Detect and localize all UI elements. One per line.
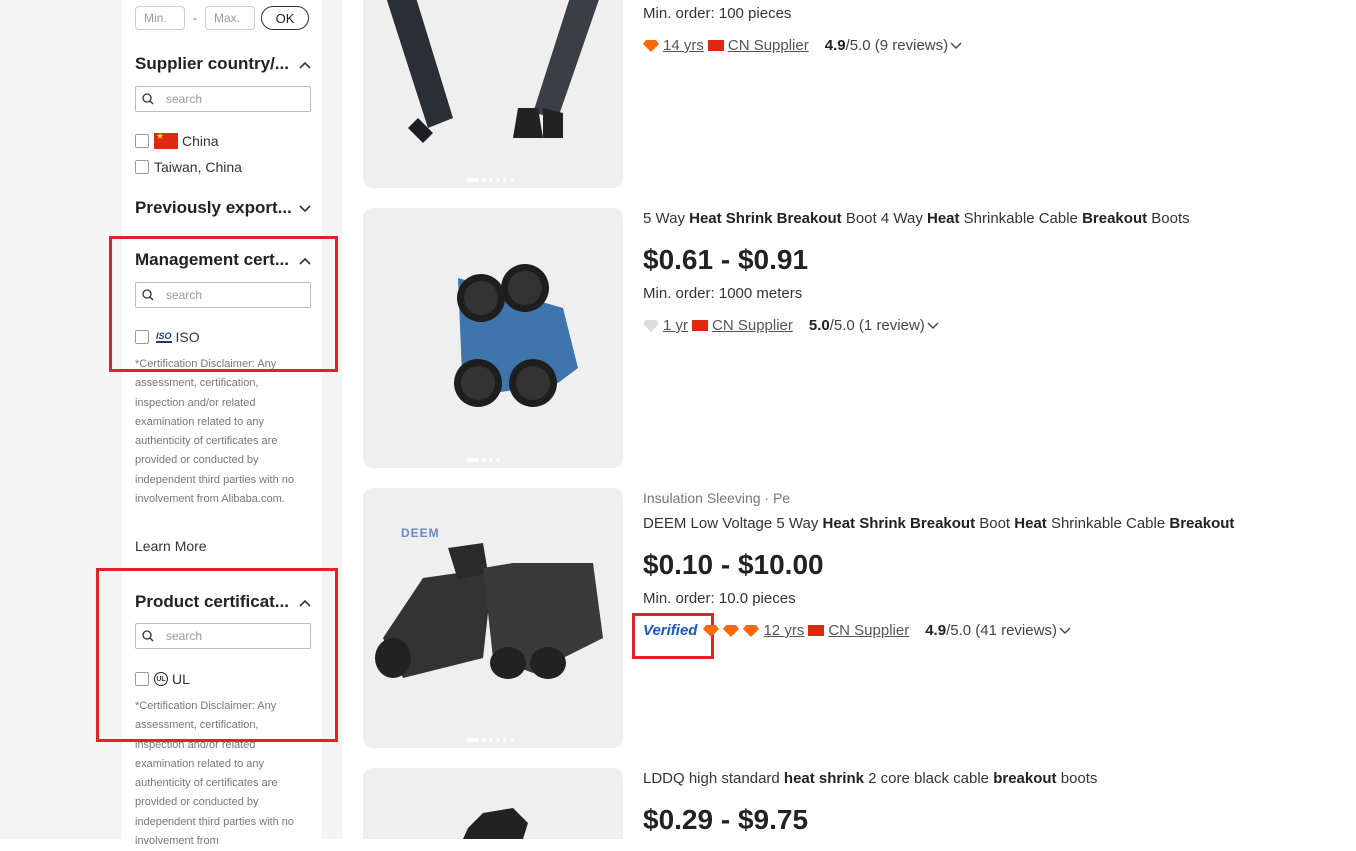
product-image[interactable] [363,0,623,188]
product-category: Insulation Sleeving · Pe [643,490,791,506]
rating[interactable]: 5.0/5.0 (1 review) [809,317,925,334]
country-option-china[interactable]: China [135,131,219,149]
country-option-taiwan[interactable]: Taiwan, China [135,159,242,175]
management-cert-disclaimer: *Certification Disclaimer: Any assessmen… [135,358,294,506]
product-price: $0.61 - $0.91 [643,244,809,275]
min-price-input[interactable]: Min. [135,6,185,30]
price-dash: - [193,11,197,25]
supplier-country-title: Supplier country/... [135,54,289,73]
boot-image [463,808,528,839]
china-flag-icon [707,40,724,51]
previously-export-title: Previously export... [135,198,292,217]
image-brand-text: DEEM [401,526,440,540]
min-order: Min. order: 10.0 pieces [643,590,796,607]
rating[interactable]: 4.9/5.0 (9 reviews) [825,37,948,54]
diamond-icon [643,39,659,52]
chevron-up-icon [299,56,311,72]
min-order: Min. order: 100 pieces [643,5,792,22]
product-title[interactable]: 5 Way Heat Shrink Breakout Boot 4 Way He… [643,210,1190,227]
highlight-box [96,568,338,742]
chevron-down-icon[interactable] [950,37,962,54]
product-title[interactable]: LDDQ high standard heat shrink 2 core bl… [643,770,1097,787]
checkbox[interactable] [135,134,149,148]
supplier-years[interactable]: 14 yrs [663,37,704,54]
price-ok-button[interactable]: OK [261,6,309,30]
china-flag-icon [808,625,825,636]
product-image[interactable] [363,768,623,839]
max-price-input[interactable]: Max. [205,6,255,30]
supplier-meta: 14 yrs CN Supplier 4.9/5.0 (9 reviews) [643,37,962,54]
supplier-link[interactable]: CN Supplier [728,37,809,54]
country-label: China [182,133,219,149]
image-dots [467,738,514,742]
product-title[interactable]: DEEM Low Voltage 5 Way Heat Shrink Break… [643,515,1234,532]
supplier-years[interactable]: 1 yr [663,317,688,334]
boot-image [454,264,578,407]
product-price: $0.29 - $9.75 [643,804,809,835]
diamond-outline-icon [643,319,659,332]
learn-more-link[interactable]: Learn More [135,538,207,554]
supplier-meta: 1 yr CN Supplier 5.0/5.0 (1 review) [643,317,939,334]
product-image[interactable]: DEEM [363,488,623,748]
min-order: Min. order: 1000 meters [643,285,803,302]
supplier-years[interactable]: 12 yrs [763,622,804,639]
supplier-meta: Verified 12 yrs CN Supplier 4.9/5.0 (41 … [643,622,1071,639]
supplier-country-search[interactable]: search [135,86,311,112]
price-range-filter: Min. - Max. OK [135,6,309,30]
country-label: Taiwan, China [154,159,242,175]
chevron-down-icon[interactable] [1059,622,1071,639]
rating[interactable]: 4.9/5.0 (41 reviews) [925,622,1057,639]
supplier-link[interactable]: CN Supplier [712,317,793,334]
china-flag-icon [154,131,178,149]
highlight-box [109,236,338,372]
image-dots [467,458,500,462]
checkbox[interactable] [135,160,149,174]
product-image[interactable] [363,208,623,468]
verified-badge[interactable]: Verified [643,622,697,639]
product-price: $0.10 - $10.00 [643,549,824,580]
search-icon [142,93,154,105]
diamond-icon [723,624,740,637]
diamond-icon [703,624,720,637]
image-dots [467,178,514,182]
chevron-down-icon [299,200,311,216]
diamond-icon [743,624,760,637]
previously-export-header[interactable]: Previously export... [135,198,311,218]
supplier-country-header[interactable]: Supplier country/... [135,54,311,74]
boot-image [386,0,599,143]
search-placeholder: search [166,92,203,106]
chevron-down-icon[interactable] [927,317,939,334]
supplier-link[interactable]: CN Supplier [828,622,909,639]
china-flag-icon [692,320,709,331]
